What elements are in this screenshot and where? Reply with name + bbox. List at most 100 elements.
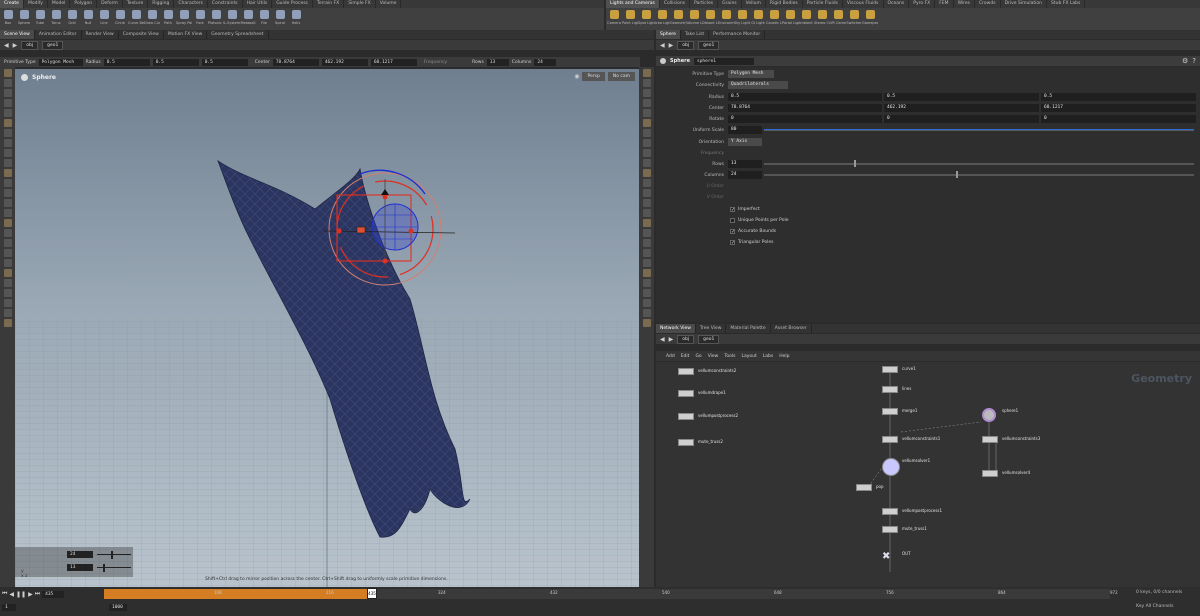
tool-sphere[interactable]: Sphere (16, 8, 32, 30)
tool-area-light[interactable]: Area Light (654, 8, 670, 30)
tool-portal-light[interactable]: Portal Light (782, 8, 798, 30)
display-button-icon[interactable] (642, 259, 651, 267)
tool-button-icon[interactable] (3, 239, 12, 247)
columns-slider[interactable] (764, 171, 1194, 178)
shelf-tab-terrain-fx[interactable]: Terrain FX (313, 0, 345, 8)
tool-button-icon[interactable] (3, 149, 12, 157)
rotate-y[interactable]: 0 (884, 115, 1039, 123)
tool-curve-bezier[interactable]: Curve Bezier (128, 8, 144, 30)
display-button-icon[interactable] (642, 89, 651, 97)
tool-button-icon[interactable] (3, 279, 12, 287)
tool-volume-light[interactable]: Volume Light (686, 8, 702, 30)
tool-environment-light[interactable]: Environment Light (718, 8, 734, 30)
node-merge1[interactable] (882, 408, 898, 415)
tab-composite-view[interactable]: Composite View (119, 30, 164, 39)
tool-button-icon[interactable] (3, 249, 12, 257)
tool-button-icon[interactable] (3, 89, 12, 97)
node-curve1[interactable] (882, 366, 898, 373)
timeline-ruler[interactable]: 435 108 216 324 432 540 648 756 864 972 (104, 588, 1118, 599)
node-vellumconstraints1[interactable] (882, 436, 898, 443)
display-button-icon[interactable] (642, 69, 651, 77)
primitive-type-select[interactable]: Polygon Mesh (38, 58, 83, 66)
display-button-icon[interactable] (642, 309, 651, 317)
net-menu-labs[interactable]: Labs (763, 354, 773, 359)
tool-button-icon[interactable] (3, 209, 12, 217)
tool-gamepad-camera[interactable]: Gamepad Camera (862, 8, 878, 30)
tool-null[interactable]: Null (80, 8, 96, 30)
node-out[interactable]: ✖ (882, 551, 898, 562)
forward-arrow-icon[interactable]: ▶ (13, 42, 18, 49)
display-button-icon[interactable] (642, 269, 651, 277)
prev-frame-icon[interactable]: ◀ (9, 591, 14, 598)
shelf-tab-create[interactable]: Create (0, 0, 24, 8)
hud-columns-knob[interactable] (111, 551, 113, 559)
net-menu-go[interactable]: Go (695, 354, 701, 359)
end-frame-field[interactable]: 1000 (109, 604, 127, 611)
tool-button-icon[interactable] (3, 299, 12, 307)
camera-icon[interactable]: ◉ (574, 73, 579, 80)
shelf-tab-simple-fx[interactable]: Simple FX (344, 0, 376, 8)
rows-field[interactable]: 13 (486, 58, 509, 66)
tab-material-palette[interactable]: Material Palette (726, 324, 771, 333)
scene-viewport[interactable]: Sphere ◉ Persp No cam 24 13 Shift+Ctrl d… (15, 69, 639, 587)
shelf-tab-characters[interactable]: Characters (174, 0, 208, 8)
display-button-icon[interactable] (642, 189, 651, 197)
tool-l-system[interactable]: L-System (224, 8, 240, 30)
shelf-tab-constraints[interactable]: Constraints (208, 0, 243, 8)
net-menu-layout[interactable]: Layout (741, 354, 756, 359)
pause-icon[interactable]: ❚❚ (16, 591, 26, 598)
tab-geometry-spreadsheet[interactable]: Geometry Spreadsheet (207, 30, 269, 39)
rows-slider[interactable] (764, 160, 1194, 167)
node-vellumpostprocess1[interactable] (882, 508, 898, 515)
tool-button-icon[interactable] (3, 319, 12, 327)
node-vellumpostprocess2[interactable] (678, 413, 694, 420)
display-button-icon[interactable] (642, 139, 651, 147)
tab-performance-monitor[interactable]: Performance Monitor (709, 30, 766, 39)
node-vellumconstraints3[interactable] (982, 436, 998, 443)
parm-check-imperfect[interactable]: ✓ Imperfect (730, 204, 788, 215)
net-menu-add[interactable]: Add (666, 354, 675, 359)
path-obj[interactable]: obj (677, 334, 695, 344)
center-x[interactable]: 78.8764 (728, 104, 882, 112)
tool-button-icon[interactable] (3, 189, 12, 197)
tool-circle[interactable]: Circle (112, 8, 128, 30)
tab-motion-fx-view[interactable]: Motion FX View (164, 30, 208, 39)
tool-line[interactable]: Line (96, 8, 112, 30)
rotate-z[interactable]: 0 (1041, 115, 1196, 123)
shelf-tab-polygon[interactable]: Polygon (70, 0, 98, 8)
node-vellumdrape1[interactable] (678, 390, 694, 397)
forward-arrow-icon[interactable]: ▶ (669, 42, 674, 49)
display-button-icon[interactable] (642, 289, 651, 297)
tool-metaball[interactable]: Metaball (240, 8, 256, 30)
node-mute-truss2[interactable] (678, 439, 694, 446)
tool-button-icon[interactable] (3, 119, 12, 127)
tool-button-icon[interactable] (3, 289, 12, 297)
tool-switcher[interactable]: Switcher (846, 8, 862, 30)
tool-button-icon[interactable] (3, 69, 12, 77)
tool-button-icon[interactable] (3, 169, 12, 177)
tool-stereo-camera[interactable]: Stereo Camera (814, 8, 830, 30)
hud-columns-value[interactable]: 24 (67, 551, 93, 558)
network-editor[interactable]: Geometry vellumconstraints2 vellumdrape1 v… (656, 362, 1200, 587)
tool-tube[interactable]: Tube (32, 8, 48, 30)
shelf-tab-rigid-bodies[interactable]: Rigid Bodies (766, 0, 803, 8)
checkbox-icon[interactable] (730, 218, 735, 223)
tool-button-icon[interactable] (3, 269, 12, 277)
uniform-scale-slider[interactable] (764, 129, 1194, 131)
shelf-tab-particles[interactable]: Particles (690, 0, 719, 8)
tool-button-icon[interactable] (3, 129, 12, 137)
shelf-tab-guide-process[interactable]: Guide Process (272, 0, 313, 8)
radius-x[interactable]: 0.5 (728, 93, 882, 101)
parm-check-accurate-bounds[interactable]: ✓ Accurate Bounds (730, 226, 788, 237)
center-z-field[interactable]: 68.1217 (370, 58, 417, 66)
display-button-icon[interactable] (642, 159, 651, 167)
current-frame-field[interactable]: 435 (42, 590, 65, 598)
shelf-tab-fem[interactable]: FEM (935, 0, 954, 8)
forward-arrow-icon[interactable]: ▶ (669, 336, 674, 343)
net-menu-view[interactable]: View (708, 354, 719, 359)
net-menu-help[interactable]: Help (779, 354, 789, 359)
path-obj[interactable]: obj (21, 40, 39, 50)
node-vellumsolver1[interactable] (882, 458, 900, 476)
tool-box[interactable]: Box (0, 8, 16, 30)
tab-tree-view[interactable]: Tree View (696, 324, 727, 333)
